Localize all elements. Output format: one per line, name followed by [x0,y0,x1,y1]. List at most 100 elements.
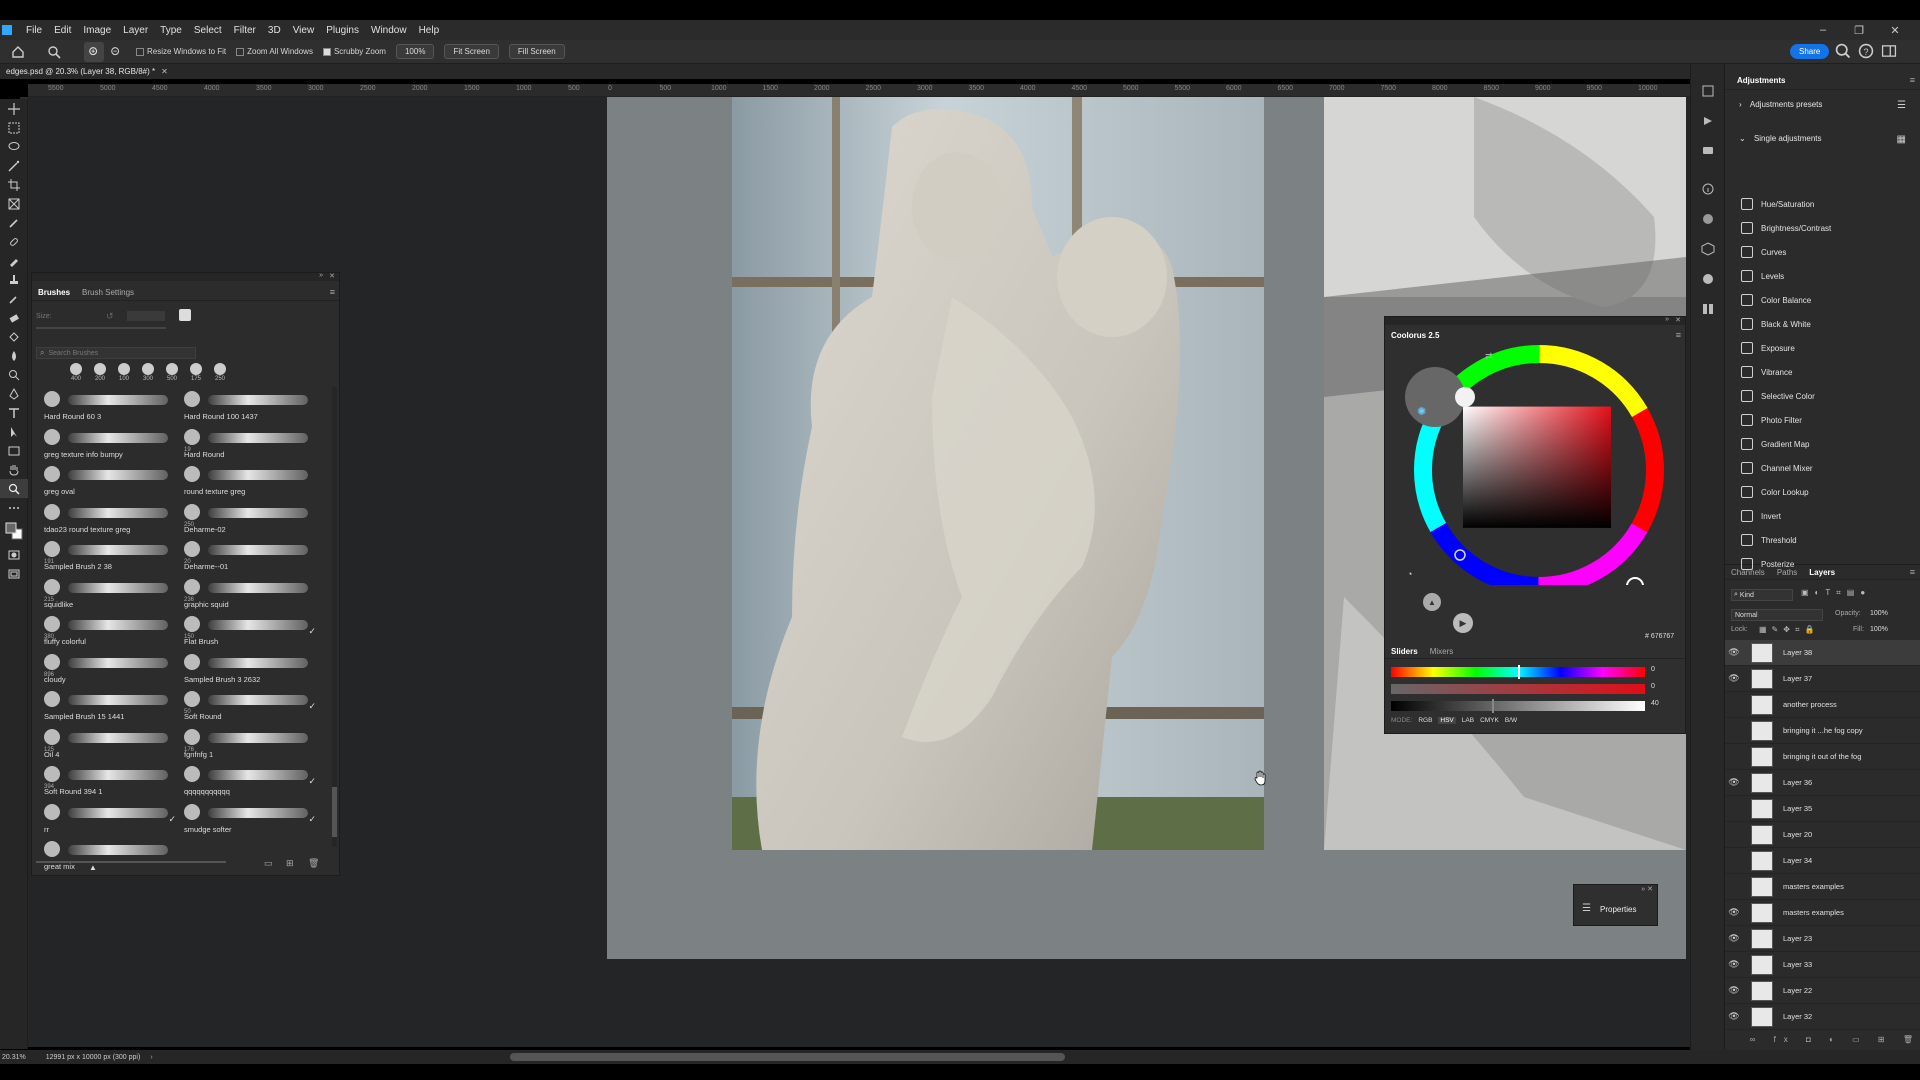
brush-list-scrollbar[interactable] [332,387,337,847]
size-slider[interactable] [36,327,166,329]
eraser-tool-icon[interactable] [0,308,28,327]
color-swatches-icon[interactable] [0,517,28,545]
layer-row[interactable]: 👁 Layer 32 [1725,1004,1920,1030]
layer-row[interactable]: 👁 Layer 33 [1725,952,1920,978]
tab-layers[interactable]: Layers [1803,568,1841,577]
layer-filter-icons[interactable]: ▣◐T⌗▤● [1801,588,1871,598]
brush-preset[interactable]: 250 [212,363,228,382]
hue-cursor[interactable] [1626,577,1644,585]
opacity-value[interactable]: 100% [1870,610,1888,617]
brush-preset[interactable]: 175 [188,363,204,382]
restore-button[interactable]: ❐ [1844,20,1874,40]
brush-item[interactable]: 125 Oil 4 [40,725,180,761]
brush-item[interactable]: 896 cloudy [40,650,180,686]
brush-item[interactable]: rr ✓ [40,800,180,836]
hue-slider-handle[interactable] [1518,665,1520,679]
tab-sliders[interactable]: Sliders [1385,647,1424,656]
minimize-button[interactable]: – [1808,20,1838,40]
layer-row[interactable]: Layer 34 [1725,848,1920,874]
adjustment-item[interactable]: Hue/Saturation [1741,194,1814,214]
brush-preset[interactable]: 500 [164,363,180,382]
comments-icon[interactable] [1691,136,1725,166]
status-arrow-icon[interactable]: › [150,1054,152,1061]
document-tab[interactable]: edges.psd @ 20.3% (Layer 38, RGB/8#) * [0,67,161,76]
brush-preset[interactable]: 100 [116,363,132,382]
visibility-eye-icon[interactable]: 👁 [1725,933,1743,944]
lock-icons[interactable]: ▦✎✥⌗🔒 [1759,625,1819,635]
layer-row[interactable]: 👁 Layer 23 [1725,926,1920,952]
properties-panel[interactable]: » ✕ ☰ Properties [1573,884,1658,926]
visibility-eye-icon[interactable]: 👁 [1725,647,1743,658]
brush-item[interactable]: greg texture info bumpy [40,425,180,461]
brush-item[interactable]: 50 Soft Round ✓ [180,687,320,723]
fill-value[interactable]: 100% [1870,626,1888,633]
menu-filter[interactable]: Filter [228,25,262,36]
blend-mode-select[interactable]: Normal [1731,609,1823,621]
color-wheel[interactable] [1385,345,1685,585]
light-icon[interactable]: ✺ [1417,405,1426,418]
swatches-icon[interactable] [1691,204,1725,234]
brush-item[interactable]: 394 Soft Round 394 1 [40,762,180,798]
zoom-tool-icon[interactable] [0,479,28,498]
brush-item[interactable]: 19 Hard Round [180,425,320,461]
filter-kind-select[interactable]: ⌕ Kind [1731,589,1793,601]
menu-file[interactable]: File [20,25,48,36]
brush-item[interactable]: greg oval [40,462,180,498]
layer-row[interactable]: 👁 Layer 36 [1725,770,1920,796]
visibility-eye-icon[interactable]: 👁 [1725,777,1743,788]
adjustment-item[interactable]: Photo Filter [1741,410,1802,430]
zoom-out-icon[interactable] [106,42,126,62]
close-tab-icon[interactable]: ✕ [161,67,168,76]
saturation-slider[interactable] [1391,684,1645,694]
brush-preset[interactable]: 400 [68,363,84,382]
brush-item[interactable]: smudge softer ✓ [180,800,320,836]
brush-item[interactable]: tdao23 round texture greg [40,500,180,536]
libraries-icon[interactable] [1691,294,1725,324]
single-adjustments-row[interactable]: ⌄ Single adjustments [1739,134,1822,143]
adjustment-item[interactable]: Channel Mixer [1741,458,1813,478]
layer-row[interactable]: 👁 Layer 22 [1725,978,1920,1004]
new-group-icon[interactable]: ▭ [264,858,273,869]
brush-item[interactable]: 380 fluffy colorful [40,612,180,648]
more-tools-icon[interactable] [0,498,28,517]
mode-rgb[interactable]: RGB [1418,717,1432,724]
search-icon[interactable] [1834,42,1852,60]
thumbnail-size-slider[interactable] [36,861,226,863]
brush-item[interactable]: Sampled Brush 15 1441 [40,687,180,723]
visibility-eye-icon[interactable]: 👁 [1725,673,1743,684]
menu-layer[interactable]: Layer [117,25,154,36]
delete-brush-icon[interactable]: 🗑 [308,858,319,869]
mode-cmyk[interactable]: CMYK [1480,717,1499,724]
zoom-all-windows-checkbox[interactable]: Zoom All Windows [236,47,313,56]
brush-preset[interactable]: 300 [140,363,156,382]
scrubby-zoom-checkbox[interactable]: Scrubby Zoom [322,47,386,56]
adjustment-item[interactable]: Brightness/Contrast [1741,218,1831,238]
mask-icon[interactable]: ▲ [1423,593,1441,611]
adjustment-item[interactable]: Black & White [1741,314,1811,334]
mode-bw[interactable]: B/W [1505,717,1517,724]
lasso-tool-icon[interactable] [0,137,28,156]
help-icon[interactable]: ? [1857,42,1875,60]
layers-footer-icons[interactable]: ∞ fx ◘ ◐ ▭ ⊞ 🗑 [1725,1032,1920,1046]
layer-row[interactable]: 👁 Layer 37 [1725,666,1920,692]
visibility-eye-icon[interactable]: 👁 [1725,907,1743,918]
healing-brush-tool-icon[interactable] [0,232,28,251]
panel-menu-icon[interactable]: ≡ [330,287,335,297]
info-icon[interactable] [1691,174,1725,204]
adjustment-item[interactable]: Curves [1741,242,1786,262]
menu-image[interactable]: Image [77,25,117,36]
type-tool-icon[interactable] [0,403,28,422]
collapse-icon[interactable]: » [1665,316,1669,323]
brush-item[interactable]: 20 Deharme--01 [180,537,320,573]
statue-photo[interactable] [732,97,1264,850]
brush-item[interactable]: 191 Sampled Brush 2 38 [40,537,180,573]
adjustment-item[interactable]: Invert [1741,506,1781,526]
grid-view-icon[interactable]: ▦ [1897,134,1906,145]
horizontal-scrollbar-thumb[interactable] [510,1053,1065,1061]
clone-stamp-tool-icon[interactable] [0,270,28,289]
brightness-slider-handle[interactable] [1492,699,1494,713]
collapse-icon[interactable]: » [319,272,323,279]
list-view-icon[interactable]: ☰ [1897,100,1906,111]
adjustment-item[interactable]: Threshold [1741,530,1797,550]
layer-row[interactable]: Layer 20 [1725,822,1920,848]
